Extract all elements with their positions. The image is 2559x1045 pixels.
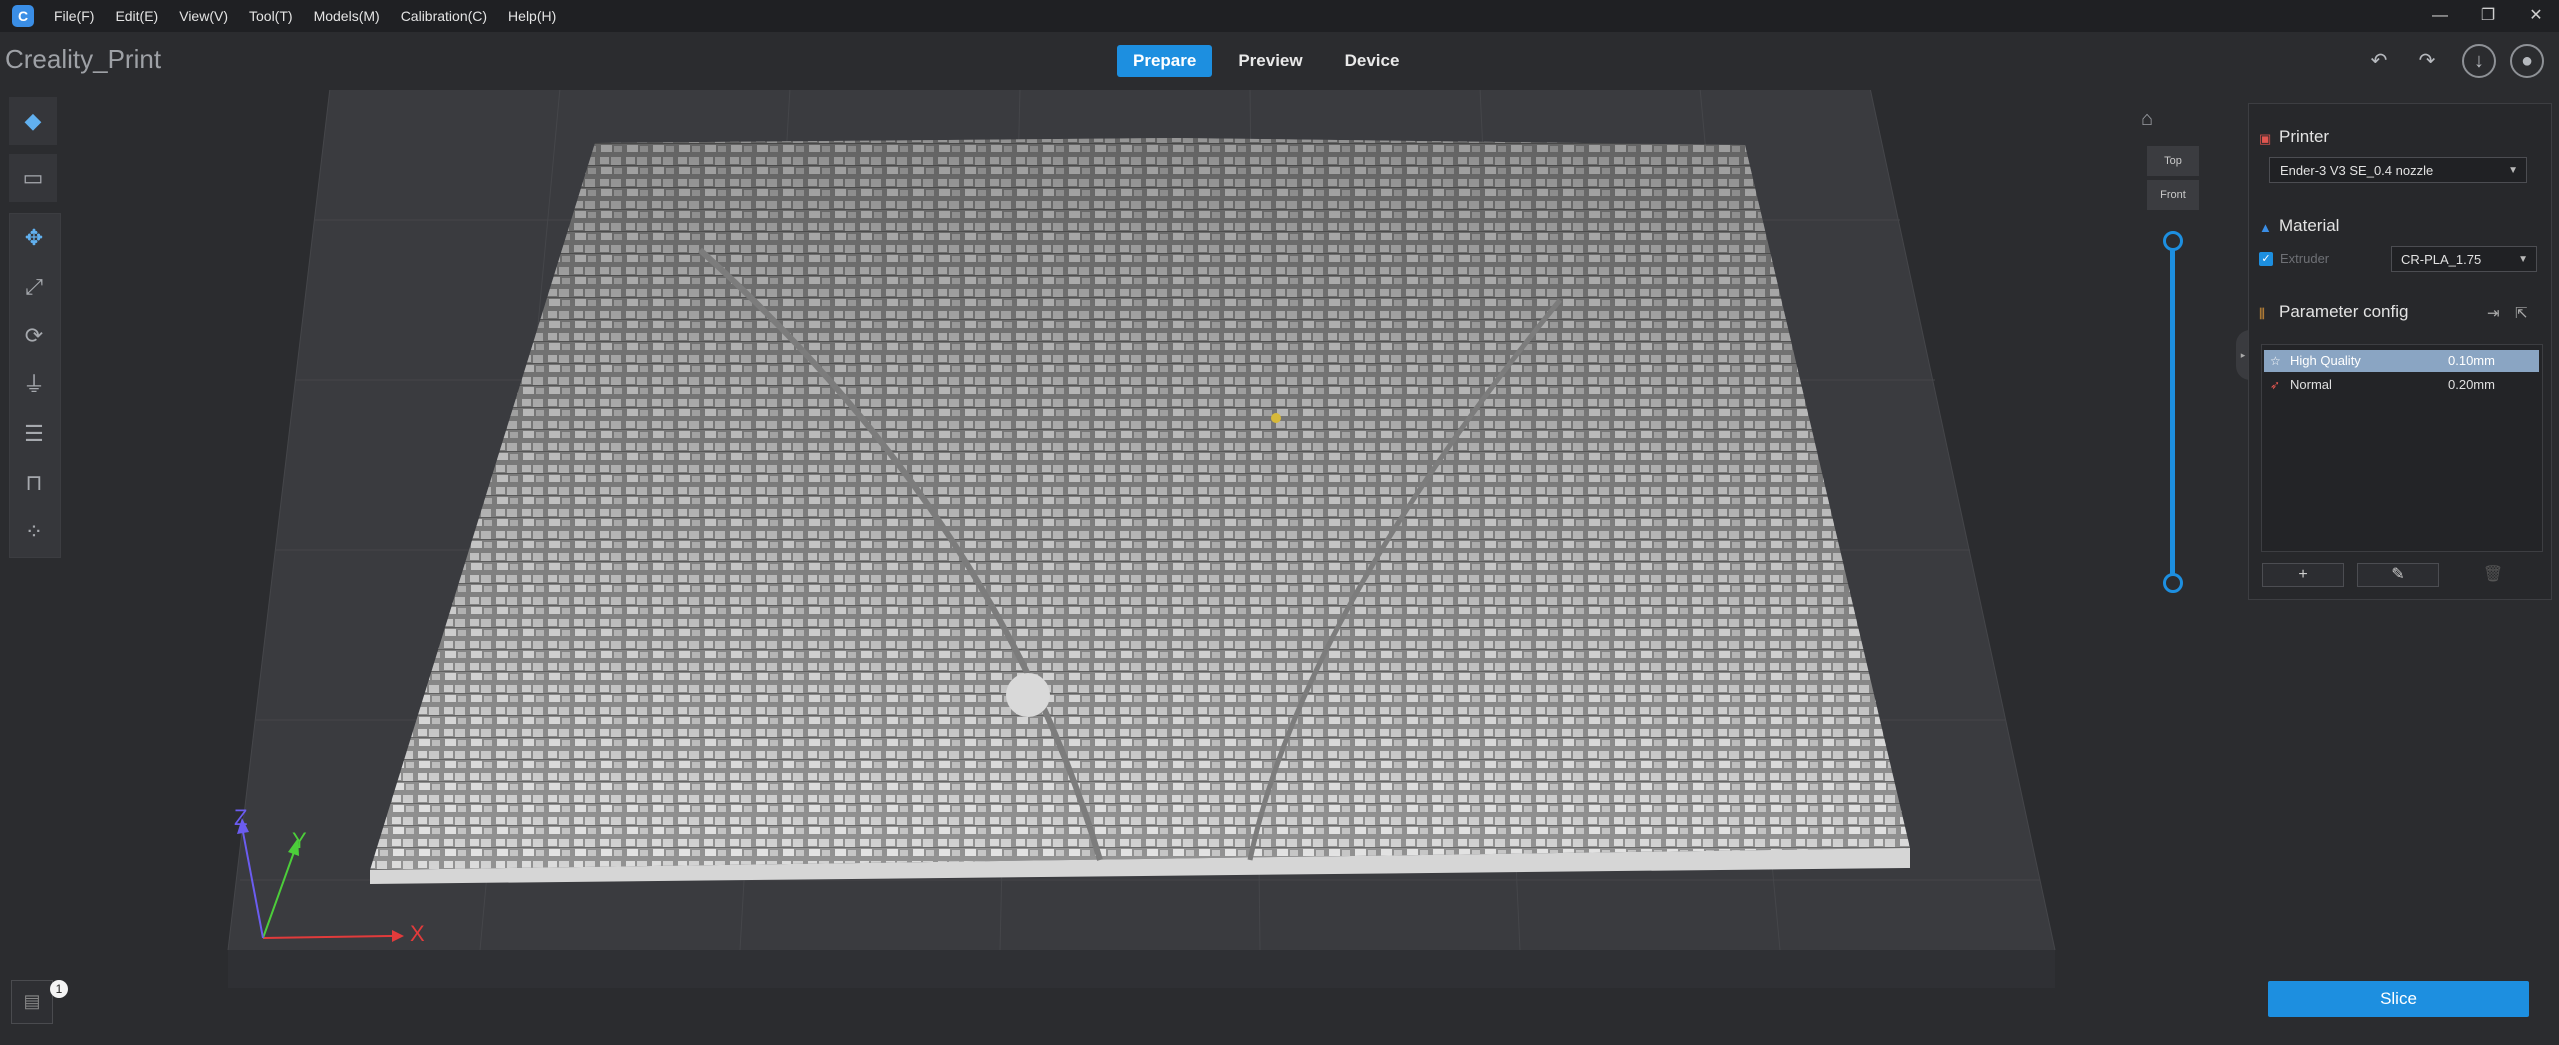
printer-title: Printer — [2279, 127, 2330, 146]
printer-icon: ▣ — [2259, 131, 2272, 146]
restore-button[interactable]: ❐ — [2474, 4, 2502, 28]
tab-preview[interactable]: Preview — [1222, 45, 1318, 77]
profile-row-normal[interactable]: ➶ Normal 0.20mm — [2264, 374, 2539, 396]
tab-prepare[interactable]: Prepare — [1117, 45, 1213, 77]
import-config-icon[interactable]: ⇥ — [2487, 304, 2500, 322]
printer-select[interactable]: Ender-3 V3 SE_0.4 nozzle ▼ — [2269, 157, 2527, 183]
notification-badge: 1 — [50, 980, 68, 998]
home-icon[interactable]: ⌂ — [2141, 108, 2153, 131]
download-icon[interactable]: ↓ — [2462, 44, 2496, 78]
build-plate-edge — [228, 950, 2055, 988]
undo-icon[interactable]: ↶ — [2362, 44, 2396, 78]
material-icon: ▲ — [2259, 220, 2272, 235]
title-bar: C File(F) Edit(E) View(V) Tool(T) Models… — [0, 0, 2559, 32]
mode-tabs: Prepare Preview Device — [1117, 45, 1415, 77]
menu-file[interactable]: File(F) — [54, 8, 94, 24]
layer-slider-track[interactable] — [2170, 240, 2175, 582]
tab-device[interactable]: Device — [1329, 45, 1416, 77]
layer-slider-bottom-handle[interactable] — [2163, 573, 2183, 593]
menu-view[interactable]: View(V) — [179, 8, 228, 24]
chevron-down-icon: ▼ — [2508, 165, 2518, 176]
redo-icon[interactable]: ↷ — [2410, 44, 2444, 78]
profile-layer-height: 0.20mm — [2448, 377, 2495, 392]
menu-help[interactable]: Help(H) — [508, 8, 556, 24]
parameter-config-icon: ⫼ — [2259, 306, 2265, 321]
build-plate-scene: X Y Z — [227, 87, 2056, 988]
extruder-label: Extruder — [2280, 251, 2330, 266]
app-title: Creality_Print — [5, 44, 162, 74]
delete-profile-button[interactable]: 🗑 — [2452, 563, 2534, 587]
close-button[interactable]: ✕ — [2522, 4, 2550, 28]
profile-name: High Quality — [2290, 353, 2361, 368]
profile-list: ☆ High Quality 0.10mm ➶ Normal 0.20mm — [2261, 344, 2543, 552]
parameter-config-title: Parameter config — [2279, 302, 2409, 321]
city-model[interactable] — [370, 138, 1910, 884]
menu-tool[interactable]: Tool(T) — [249, 8, 293, 24]
axis-x-label: X — [410, 921, 425, 946]
profile-row-high-quality[interactable]: ☆ High Quality 0.10mm — [2264, 350, 2539, 372]
material-title: Material — [2279, 216, 2340, 235]
edit-profile-button[interactable]: ✎ — [2357, 563, 2439, 587]
user-icon[interactable]: ● — [2510, 44, 2544, 78]
settings-panel: ▣ Printer Ender-3 V3 SE_0.4 nozzle ▼ ▲ M… — [2248, 103, 2552, 600]
menu-bar: File(F) Edit(E) View(V) Tool(T) Models(M… — [54, 0, 577, 32]
menu-models[interactable]: Models(M) — [314, 8, 380, 24]
layer-slider-top-handle[interactable] — [2163, 231, 2183, 251]
material-selected-value: CR-PLA_1.75 — [2401, 252, 2482, 267]
profile-layer-height: 0.10mm — [2448, 353, 2495, 368]
export-config-icon[interactable]: ⇱ — [2515, 304, 2528, 322]
add-profile-button[interactable]: + — [2262, 563, 2344, 587]
view-top-button[interactable]: Top — [2147, 146, 2199, 176]
rocket-icon: ➶ — [2270, 378, 2281, 392]
view-front-button[interactable]: Front — [2147, 180, 2199, 210]
extruder-checkbox[interactable]: ✓ — [2259, 252, 2273, 266]
minimize-button[interactable]: — — [2426, 4, 2454, 28]
profile-name: Normal — [2290, 377, 2332, 392]
dome-landmark — [1006, 673, 1050, 717]
menu-edit[interactable]: Edit(E) — [115, 8, 158, 24]
notes-icon[interactable]: ▤ — [11, 980, 53, 1024]
app-logo-icon: C — [12, 5, 34, 27]
menu-calibration[interactable]: Calibration(C) — [401, 8, 487, 24]
material-select[interactable]: CR-PLA_1.75 ▼ — [2391, 246, 2537, 272]
axis-y-label: Y — [292, 828, 307, 853]
printer-selected-value: Ender-3 V3 SE_0.4 nozzle — [2280, 163, 2434, 178]
slice-button[interactable]: Slice — [2268, 981, 2529, 1017]
star-icon: ☆ — [2270, 354, 2281, 368]
3d-viewport[interactable]: X Y Z — [0, 87, 2200, 1040]
chevron-down-icon: ▼ — [2518, 254, 2528, 265]
axis-z-label: Z — [234, 805, 247, 830]
